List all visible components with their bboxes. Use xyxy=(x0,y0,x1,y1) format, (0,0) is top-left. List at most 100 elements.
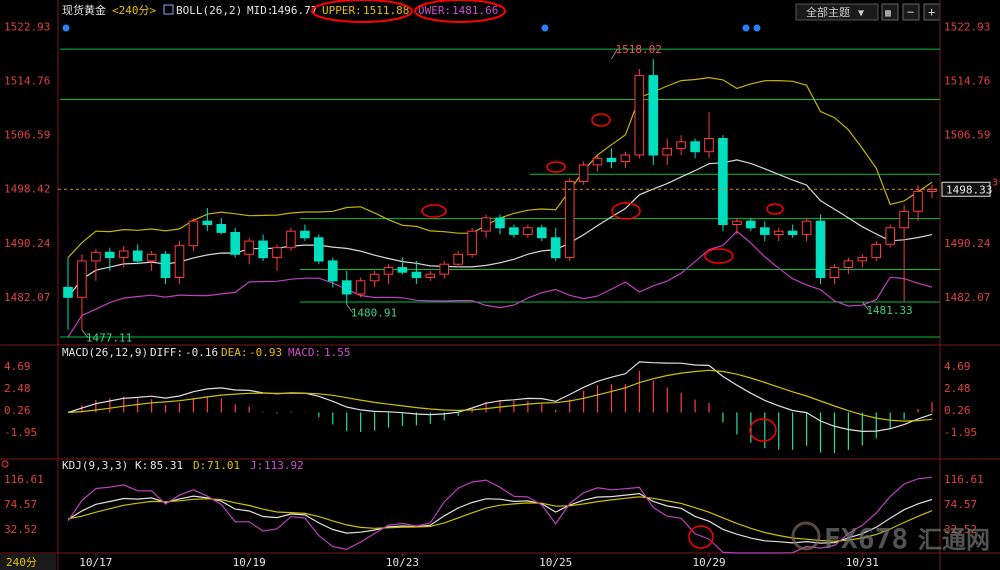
plus-icon: + xyxy=(928,5,935,19)
candle-body[interactable] xyxy=(857,257,868,262)
candle-body[interactable] xyxy=(564,181,575,259)
candle-body[interactable] xyxy=(704,138,714,153)
candle-body[interactable] xyxy=(105,251,115,259)
highlight-ellipse-5 xyxy=(766,203,784,215)
annotation-label-3: 1481.33 xyxy=(866,304,912,317)
candle-body[interactable] xyxy=(328,260,338,282)
candle-body[interactable] xyxy=(481,217,491,232)
candle-body[interactable] xyxy=(718,138,728,225)
candle-body[interactable] xyxy=(634,75,645,156)
watermark-fx: FX678 xyxy=(824,522,908,555)
theme-dropdown-label: 全部主题 xyxy=(806,5,850,19)
candle-body[interactable] xyxy=(453,253,463,265)
x-tick-label-0: 10/17 xyxy=(79,556,112,569)
chevron-down-icon: ▼ xyxy=(858,8,864,19)
candle-body[interactable] xyxy=(676,141,686,149)
candle-body[interactable] xyxy=(355,280,366,295)
candle-body[interactable] xyxy=(787,230,798,235)
candle-body[interactable] xyxy=(314,237,324,262)
candle-body[interactable] xyxy=(773,230,784,235)
candle-body[interactable] xyxy=(132,250,143,262)
candle-body[interactable] xyxy=(537,227,547,239)
annotation-label-1: 1480.91 xyxy=(351,307,397,320)
chart-canvas[interactable]: 现货黄金 <240分> BOLL(26,2) MID: 1496.77 UPPE… xyxy=(0,0,1000,570)
candle-body[interactable] xyxy=(843,260,854,268)
candle-body[interactable] xyxy=(592,157,603,166)
signal-dot-icon-3 xyxy=(753,24,761,32)
candle-body[interactable] xyxy=(885,227,896,245)
y-tick-right-0: 1522.93 xyxy=(944,20,990,33)
candle-body[interactable] xyxy=(550,237,561,259)
candle-body[interactable] xyxy=(202,220,213,225)
y-tick-left-0: 1522.93 xyxy=(4,20,50,33)
candle-body[interactable] xyxy=(829,267,840,279)
y-tick-left-5: 1482.07 xyxy=(4,291,50,304)
candle-body[interactable] xyxy=(425,273,436,279)
candle-body[interactable] xyxy=(411,271,422,279)
candle-body[interactable] xyxy=(495,217,505,229)
macd-highlight-ellipse xyxy=(749,418,777,442)
candle-body[interactable] xyxy=(606,157,617,163)
candle-body[interactable] xyxy=(230,232,240,255)
kdj-k-line xyxy=(67,492,933,544)
highlight-ellipse-4 xyxy=(704,248,734,264)
highlight-ellipse-3 xyxy=(611,202,641,220)
macd-y-tick-left-3: -1.95 xyxy=(4,426,37,439)
y-tick-right-4: 1490.24 xyxy=(944,237,991,250)
candle-body[interactable] xyxy=(927,189,937,192)
kdj-d-value: 71.01 xyxy=(207,459,240,472)
x-tick-label-5: 10/31 xyxy=(846,556,879,569)
kdj-dot-icon xyxy=(1,460,9,468)
candle-body[interactable] xyxy=(397,267,408,273)
candle-body[interactable] xyxy=(341,280,352,295)
candle-body[interactable] xyxy=(174,245,185,278)
candle-body[interactable] xyxy=(300,230,310,239)
boll-icon xyxy=(163,4,174,15)
candle-body[interactable] xyxy=(662,147,673,156)
period-label: <240分> xyxy=(112,4,156,17)
highlight-ellipse-0 xyxy=(546,161,566,173)
candle-body[interactable] xyxy=(439,263,449,275)
candle-body[interactable] xyxy=(91,251,101,262)
candle-body[interactable] xyxy=(369,273,380,282)
lower-value: 1481.66 xyxy=(452,4,498,17)
candle-body[interactable] xyxy=(509,227,519,235)
candle-body[interactable] xyxy=(160,253,171,279)
candle-body[interactable] xyxy=(286,230,296,249)
candle-body[interactable] xyxy=(746,220,756,229)
candle-body[interactable] xyxy=(899,210,909,229)
candle-body[interactable] xyxy=(188,220,199,247)
y-tick-left-2: 1506.59 xyxy=(4,129,50,142)
y-tick-left-1: 1514.76 xyxy=(4,75,50,88)
candle-body[interactable] xyxy=(913,190,923,212)
x-tick-label-1: 10/19 xyxy=(233,556,266,569)
candle-body[interactable] xyxy=(578,164,589,182)
candle-body[interactable] xyxy=(732,220,742,225)
candle-body[interactable] xyxy=(871,243,882,259)
candle-body[interactable] xyxy=(467,230,477,255)
y-tick-left-3: 1498.42 xyxy=(4,183,50,196)
candle-body[interactable] xyxy=(648,75,659,156)
candle-body[interactable] xyxy=(760,227,770,235)
header-bar: 现货黄金 <240分> BOLL(26,2) MID: 1496.77 UPPE… xyxy=(62,0,941,23)
candle-body[interactable] xyxy=(815,220,826,278)
candle-body[interactable] xyxy=(523,227,533,235)
candle-body[interactable] xyxy=(216,224,227,233)
minus-icon: − xyxy=(907,5,914,19)
candle-body[interactable] xyxy=(690,141,700,153)
candle-body[interactable] xyxy=(258,240,268,259)
candle-body[interactable] xyxy=(801,220,812,235)
candle-body[interactable] xyxy=(272,247,282,259)
candle-body[interactable] xyxy=(77,260,87,298)
macd-y-tick-right-3: -1.95 xyxy=(944,426,977,439)
candle-body[interactable] xyxy=(244,240,254,255)
highlight-ellipse-2 xyxy=(421,204,447,218)
candle-body[interactable] xyxy=(383,267,394,275)
candle-body[interactable] xyxy=(63,286,73,298)
kdj-y-tick-left-1: 74.57 xyxy=(4,498,37,511)
candle-body[interactable] xyxy=(620,154,631,163)
candle-body[interactable] xyxy=(146,253,157,262)
candle-body[interactable] xyxy=(118,250,129,259)
watermark: FX678 汇通网 xyxy=(791,521,990,555)
kdj-k-value: 85.31 xyxy=(150,459,183,472)
